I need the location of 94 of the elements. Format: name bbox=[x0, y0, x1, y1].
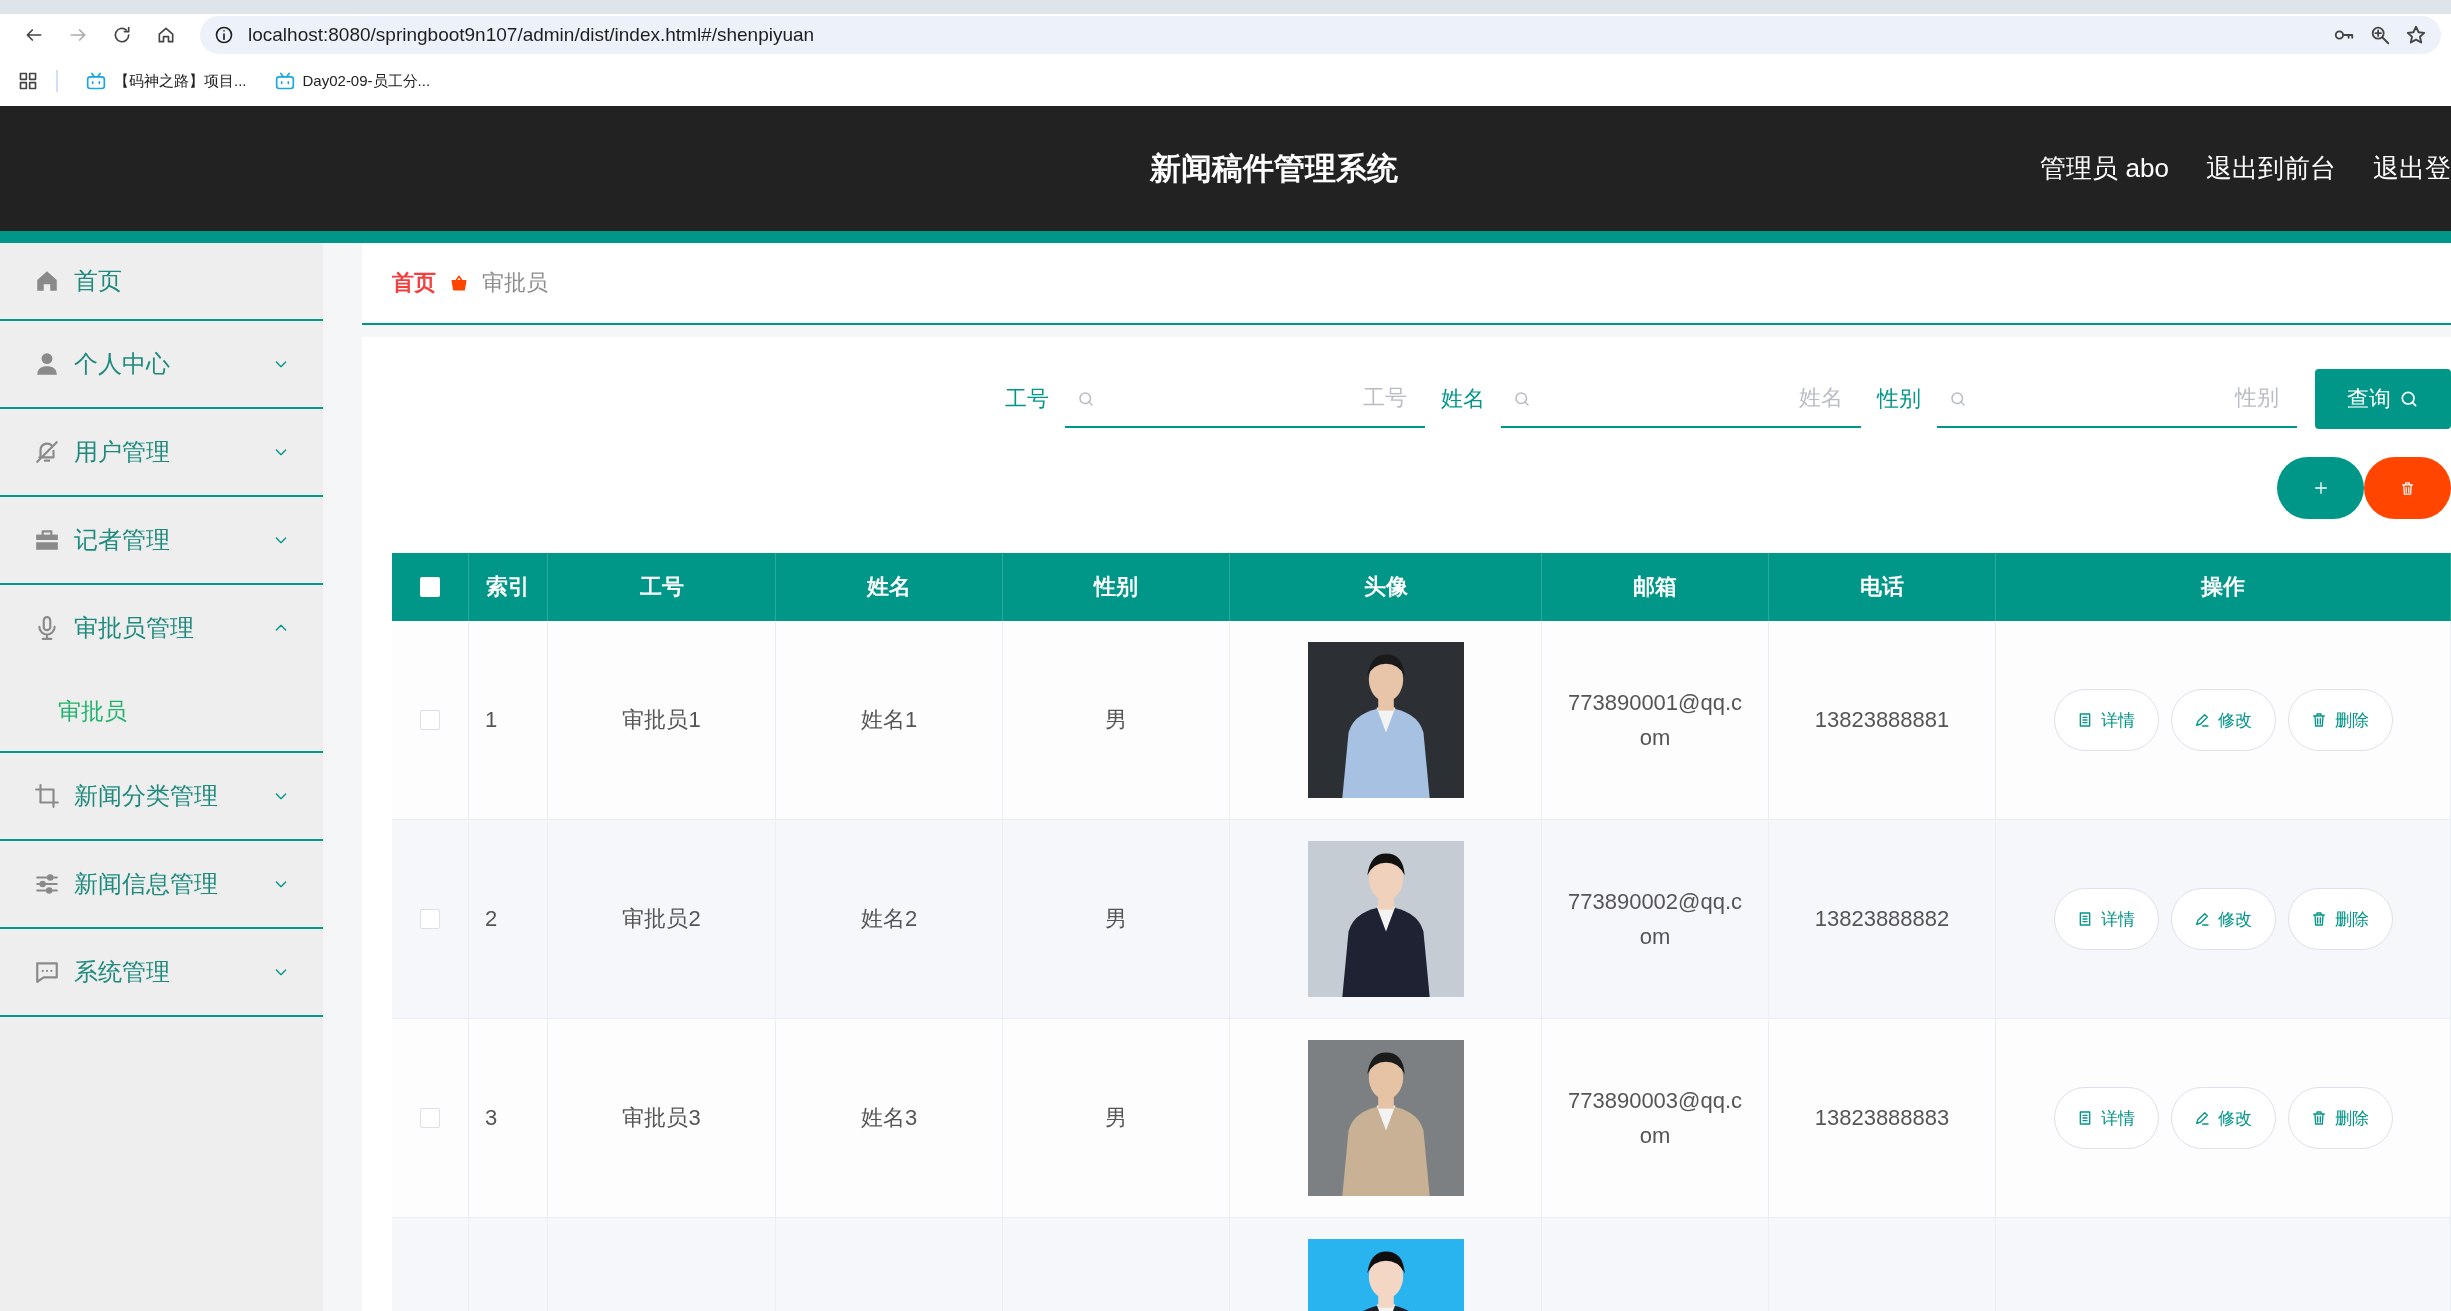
search-field[interactable]: 工号 bbox=[1065, 370, 1425, 428]
sidebar-menu[interactable]: 用户管理 bbox=[0, 409, 323, 495]
column-header: 操作 bbox=[1996, 553, 2451, 621]
sidebar-item[interactable]: 首页 bbox=[0, 243, 323, 321]
sidebar-menu[interactable]: 新闻信息管理 bbox=[0, 841, 323, 927]
bookmark[interactable]: Day02-09-员工分... bbox=[302, 71, 431, 91]
document-icon bbox=[2077, 911, 2093, 927]
table-cell: 男 bbox=[1003, 820, 1230, 1019]
search-icon bbox=[1513, 390, 1531, 408]
home-icon bbox=[156, 25, 176, 45]
row-action-button[interactable]: 修改 bbox=[2170, 1087, 2276, 1149]
search-field[interactable]: 姓名 bbox=[1501, 370, 1861, 428]
row-action-button[interactable]: 详情 bbox=[2053, 1087, 2159, 1149]
briefcase-icon bbox=[34, 527, 60, 553]
column-header: 电话 bbox=[1769, 553, 1996, 621]
field-label: 姓名 bbox=[1441, 385, 1485, 413]
chat-icon bbox=[34, 959, 60, 985]
plus-icon bbox=[2312, 480, 2329, 496]
row-checkbox[interactable] bbox=[420, 1108, 440, 1128]
tv-icon bbox=[274, 71, 295, 91]
row-action-button[interactable]: 详情 bbox=[2053, 888, 2159, 950]
trash-icon bbox=[2311, 712, 2327, 728]
tv-icon bbox=[86, 71, 106, 91]
table-cell: 姓名2 bbox=[776, 820, 1003, 1019]
row-action-button[interactable]: 删除 bbox=[2287, 1087, 2393, 1149]
pencil-icon bbox=[2194, 911, 2210, 927]
search-field[interactable]: 性别 bbox=[1937, 370, 2297, 428]
trash-icon bbox=[2400, 480, 2415, 496]
table-cell: 773890003@qq.com bbox=[1542, 1019, 1769, 1218]
star-icon bbox=[2405, 24, 2427, 46]
sidebar-menu[interactable]: 记者管理 bbox=[0, 497, 323, 583]
row-checkbox[interactable] bbox=[420, 909, 440, 929]
user-icon bbox=[34, 351, 60, 377]
search-icon bbox=[1949, 390, 1967, 408]
column-header: 头像 bbox=[1230, 553, 1542, 621]
table-cell: 773890002@qq.com bbox=[1542, 820, 1769, 1019]
header-link[interactable]: 退出到前台 bbox=[2206, 151, 2336, 186]
table-cell: 男 bbox=[1003, 621, 1230, 820]
row-action-button[interactable]: 删除 bbox=[2287, 888, 2393, 950]
table-cell: 2 bbox=[469, 820, 548, 1019]
trash-icon bbox=[2311, 911, 2327, 927]
reload-icon bbox=[112, 25, 132, 45]
table-cell: 男 bbox=[1003, 1019, 1230, 1218]
row-action-button[interactable]: 修改 bbox=[2170, 689, 2276, 751]
apps-grid-icon bbox=[18, 71, 38, 91]
pencil-icon bbox=[2194, 712, 2210, 728]
table-cell: 773890001@qq.com bbox=[1542, 621, 1769, 820]
bookmark[interactable]: 【码神之路】项目... bbox=[114, 71, 247, 91]
delete-button[interactable] bbox=[2364, 457, 2451, 519]
column-header: 工号 bbox=[548, 553, 776, 621]
sidebar-menu[interactable]: 审批员管理 bbox=[0, 585, 323, 671]
column-header: 性别 bbox=[1003, 553, 1230, 621]
document-icon bbox=[2077, 1110, 2093, 1126]
basket-icon bbox=[450, 274, 468, 292]
field-label: 工号 bbox=[1005, 385, 1049, 413]
info-icon bbox=[214, 25, 234, 45]
row-action-button[interactable]: 详情 bbox=[2053, 689, 2159, 751]
sidebar-menu[interactable]: 系统管理 bbox=[0, 929, 323, 1015]
column-header: 索引 bbox=[469, 553, 548, 621]
search-icon bbox=[1077, 390, 1095, 408]
sidebar-subitem[interactable]: 审批员 bbox=[0, 671, 323, 751]
row-action-button[interactable]: 删除 bbox=[2287, 689, 2393, 751]
header-link[interactable]: 退出登 bbox=[2373, 151, 2451, 186]
breadcrumb-item: 审批员 bbox=[482, 269, 548, 297]
document-icon bbox=[2077, 712, 2093, 728]
column-header: 邮箱 bbox=[1542, 553, 1769, 621]
select-all-checkbox[interactable] bbox=[420, 577, 440, 597]
sidebar-menu[interactable]: 个人中心 bbox=[0, 321, 323, 407]
table-cell: 审批员3 bbox=[548, 1019, 776, 1218]
breadcrumb-item[interactable]: 首页 bbox=[392, 268, 436, 298]
search-button[interactable]: 查询 bbox=[2315, 369, 2451, 429]
table-cell: 姓名3 bbox=[776, 1019, 1003, 1218]
bell-off-icon bbox=[34, 439, 60, 465]
sidebar-menu[interactable]: 新闻分类管理 bbox=[0, 753, 323, 839]
table-cell: 13823888882 bbox=[1769, 820, 1996, 1019]
zoom-in-icon bbox=[2369, 24, 2391, 46]
search-icon bbox=[2399, 389, 2419, 409]
pencil-icon bbox=[2194, 1110, 2210, 1126]
table-cell: 姓名1 bbox=[776, 621, 1003, 820]
table-cell: 1 bbox=[469, 621, 548, 820]
table-cell: 13823888881 bbox=[1769, 621, 1996, 820]
table-cell: 3 bbox=[469, 1019, 548, 1218]
crop-icon bbox=[34, 783, 60, 809]
table-cell: 13823888883 bbox=[1769, 1019, 1996, 1218]
column-header: 姓名 bbox=[776, 553, 1003, 621]
sliders-icon bbox=[34, 871, 60, 897]
trash-icon bbox=[2311, 1110, 2327, 1126]
row-action-button[interactable]: 修改 bbox=[2170, 888, 2276, 950]
table-cell: 审批员2 bbox=[548, 820, 776, 1019]
table-cell: 审批员1 bbox=[548, 621, 776, 820]
field-label: 性别 bbox=[1877, 385, 1921, 413]
row-checkbox[interactable] bbox=[420, 710, 440, 730]
header-link[interactable]: 管理员 abo bbox=[2040, 151, 2169, 186]
app-title: 新闻稿件管理系统 bbox=[1150, 149, 1398, 188]
